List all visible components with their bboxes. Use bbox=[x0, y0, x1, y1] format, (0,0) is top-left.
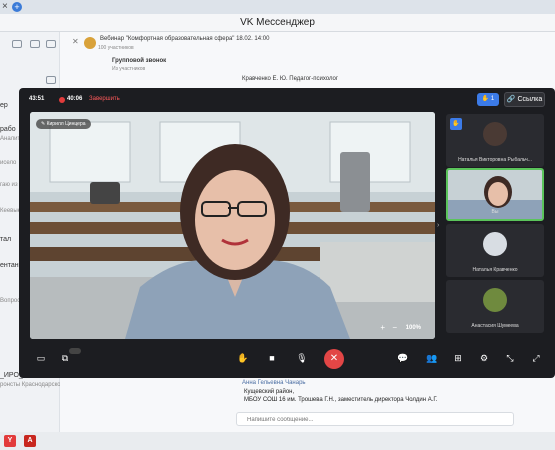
screen-share-badge bbox=[69, 348, 81, 354]
message-text: МБОУ СОШ 16 им. Трошева Г.Н., заместител… bbox=[244, 397, 438, 403]
speaker-name-pill: ✎ Кирилл Цинцера bbox=[36, 119, 91, 129]
chat-list-item-label[interactable]: рабо bbox=[0, 126, 16, 133]
link-icon: 🔗 bbox=[506, 96, 516, 103]
participant-tile[interactable]: Наталья Кравченко bbox=[446, 224, 544, 277]
chat-list-item-preview: гаю из bbox=[0, 182, 18, 188]
group-call-title[interactable]: Групповой звонок bbox=[112, 58, 166, 64]
browser-tab-strip: × + bbox=[0, 0, 555, 14]
end-call-button[interactable]: ✕ bbox=[324, 349, 344, 369]
zoom-out-button[interactable]: − bbox=[392, 323, 397, 332]
participant-name: Анастасия Шумеева bbox=[471, 323, 519, 329]
hand-icon: ✋ bbox=[481, 96, 490, 102]
call-elapsed-time: 43:51 bbox=[29, 96, 45, 102]
chat-list-item-label[interactable]: ентан bbox=[0, 262, 19, 269]
chat-icon[interactable]: 💬 bbox=[393, 348, 413, 368]
group-call-sub: Из участников bbox=[112, 66, 146, 72]
pdf-reader-icon[interactable]: A bbox=[24, 435, 36, 447]
participant-tile-self[interactable]: Вы bbox=[446, 168, 544, 221]
chat-list-item-preview: ронсты Краснодарского bbox=[0, 382, 66, 388]
zoom-level: 100% bbox=[405, 325, 421, 331]
participant-tile[interactable]: ✋ Наталья Викторовна Рыбальч... bbox=[446, 114, 544, 167]
chat-list-item-preview: Аналит bbox=[0, 136, 21, 142]
compose-icon[interactable] bbox=[46, 40, 56, 48]
copy-link-button[interactable]: 🔗 Ссылка bbox=[504, 92, 545, 107]
pinned-message-title[interactable]: Вебинар "Комфортная образовательная сфер… bbox=[100, 36, 269, 42]
avatar bbox=[483, 232, 507, 256]
participant-name: Наталья Викторовна Рыбальч... bbox=[458, 157, 532, 163]
participant-name: Вы bbox=[491, 209, 499, 215]
new-tab-button[interactable]: + bbox=[12, 2, 22, 12]
calendar-icon[interactable] bbox=[30, 40, 40, 48]
layout-icon[interactable]: ▭ bbox=[31, 348, 51, 368]
message-input-box bbox=[236, 412, 514, 426]
camera-button[interactable]: ■ bbox=[262, 348, 282, 368]
message-author: Анна Гельевна Чанарь bbox=[242, 380, 306, 386]
pinned-message-sub: 100 участников bbox=[98, 45, 134, 51]
mic-pin-icon: ✎ bbox=[41, 121, 46, 127]
message-input[interactable] bbox=[237, 414, 513, 426]
avatar bbox=[483, 288, 507, 312]
microphone-button[interactable]: 🎙 bbox=[292, 348, 312, 368]
collapse-panel-icon[interactable]: › bbox=[437, 222, 439, 229]
taskbar: Y A bbox=[0, 432, 555, 450]
record-time: 40:06 bbox=[67, 96, 83, 102]
pinned-avatar bbox=[84, 37, 96, 49]
copy-link-label: Ссылка bbox=[517, 96, 543, 103]
zoom-in-button[interactable]: + bbox=[380, 323, 385, 332]
main-speaker-video[interactable]: ✎ Кирилл Цинцера + − 100% bbox=[30, 112, 435, 339]
minimize-icon[interactable]: ⤡ bbox=[500, 348, 520, 368]
close-tab-icon[interactable]: × bbox=[2, 2, 12, 12]
participant-name: Наталья Кравченко bbox=[472, 267, 518, 273]
participant-tile[interactable]: Анастасия Шумеева bbox=[446, 280, 544, 333]
raised-hands-button[interactable]: ✋ 1 bbox=[477, 93, 499, 106]
window-title: VK Мессенджер bbox=[0, 14, 555, 32]
raised-hands-count: 1 bbox=[490, 96, 495, 102]
speaker-frame-image bbox=[30, 112, 435, 339]
chat-list-item-preview: исело bbox=[0, 160, 17, 166]
settings-icon[interactable] bbox=[46, 76, 56, 84]
chat-list-item-preview: Кеевые bbox=[0, 208, 22, 214]
message-text: Кущевский район, bbox=[244, 389, 295, 395]
stop-recording-button[interactable]: Завершить bbox=[89, 96, 120, 102]
speaker-name: Кирилл Цинцера bbox=[46, 121, 86, 127]
hand-raised-icon: ✋ bbox=[450, 118, 462, 130]
grid-icon[interactable]: ⊞ bbox=[448, 348, 468, 368]
participants-icon[interactable]: 👥 bbox=[422, 348, 442, 368]
video-call-window: 43:51 40:06 Завершить ✋ 1 🔗 Ссылка ✎ Кир… bbox=[19, 88, 555, 378]
fullscreen-icon[interactable]: ⤢ bbox=[526, 348, 546, 368]
close-pinned-icon[interactable]: ✕ bbox=[72, 37, 79, 46]
yandex-browser-icon[interactable]: Y bbox=[4, 435, 16, 447]
raise-hand-button[interactable]: ✋ bbox=[233, 348, 253, 368]
record-icon bbox=[59, 97, 65, 103]
message-author: Кравченко Е. Ю. Педагог-психолог bbox=[242, 76, 339, 82]
settings-icon[interactable]: ⚙ bbox=[474, 348, 494, 368]
contacts-icon[interactable] bbox=[12, 40, 22, 48]
avatar bbox=[483, 122, 507, 146]
chat-list-item-label[interactable]: тал bbox=[0, 236, 11, 243]
chat-list-item-label[interactable]: ер bbox=[0, 102, 8, 109]
